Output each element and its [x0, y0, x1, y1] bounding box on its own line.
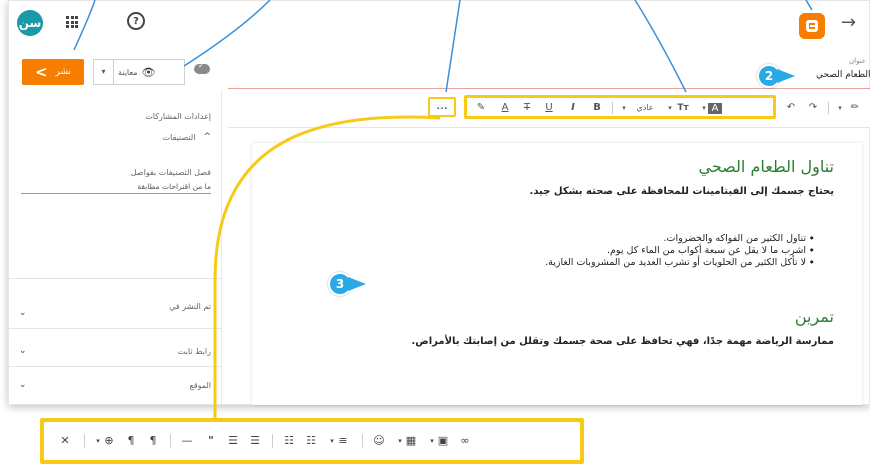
more-tools-toolbar: ✕ ▾ ⊕ ¶ ¶ — " ☰ ☰ ☷ ☷ ▾ ≡ ☺ ▾ ▦ ▾ ▣ ∞	[40, 418, 584, 464]
preview-button[interactable]: ▾ معاينة 👁	[93, 59, 185, 85]
redo-icon[interactable]: ↷	[806, 100, 820, 116]
chevron-down-icon[interactable]: ▾	[620, 100, 628, 116]
toolbar-separator	[272, 434, 273, 448]
image-icon[interactable]: ▣	[436, 433, 450, 449]
published-on-label: تم النشر في	[169, 301, 211, 311]
toolbar-separator	[828, 102, 829, 114]
outdent-icon[interactable]: ☷	[304, 433, 318, 449]
post-settings-heading: إعدادات المشاركات	[145, 112, 211, 121]
more-options-button[interactable]: ...	[428, 97, 456, 117]
numbered-list-icon[interactable]: ☰	[226, 433, 240, 449]
heading-1: تناول الطعام الصحي	[698, 157, 834, 176]
sidebar-divider	[9, 278, 221, 279]
title-divider	[228, 88, 870, 89]
underline-button[interactable]: U	[542, 100, 556, 116]
chevron-down-icon[interactable]: ▾	[700, 100, 708, 116]
rtl-icon[interactable]: ¶	[146, 433, 160, 449]
arrow-right-icon[interactable]: →	[841, 12, 856, 33]
globe-icon[interactable]: ⊕	[102, 433, 116, 449]
block-format-dropdown[interactable]: عادي	[628, 100, 662, 116]
heading-2: تمرين	[794, 307, 834, 326]
quote-button[interactable]: "	[204, 433, 218, 449]
location-label: الموقع	[189, 380, 212, 390]
eye-icon: 👁	[141, 65, 156, 79]
toolbar-separator	[84, 434, 85, 448]
publish-button[interactable]: < نشر	[22, 59, 84, 85]
chevron-down-icon[interactable]: ▾	[666, 100, 674, 116]
editor-toolbar: ... ✎ A T U I B ▾ عادي ▾ Tт ▾ A ↶ ↷ ▾ ✏	[228, 90, 870, 128]
cloud-check-icon	[194, 61, 210, 74]
indent-icon[interactable]: ☷	[282, 433, 296, 449]
paragraph-1: يحتاج جسمك إلى الفيتامينات للمحافظة على …	[529, 186, 834, 197]
permalink-label: رابط ثابت	[177, 346, 211, 356]
published-on-toggle[interactable]: ⌄ تم النشر في	[19, 294, 211, 319]
blogger-logo[interactable]	[799, 13, 825, 39]
paragraph-2: ممارسة الرياضة مهمة جدًا، فهي تحافظ على …	[411, 336, 834, 347]
sidebar-divider	[9, 366, 221, 367]
emoji-icon[interactable]: ☺	[372, 433, 386, 449]
badge-pointer	[348, 277, 366, 291]
toolbar-separator	[612, 102, 613, 114]
align-icon[interactable]: ≡	[336, 433, 350, 449]
publish-label: نشر	[55, 67, 72, 77]
link-icon[interactable]: ∞	[458, 433, 472, 449]
clear-formatting-icon[interactable]: ✕	[58, 433, 72, 449]
font-size-button[interactable]: Tт	[674, 100, 692, 116]
toolbar-separator	[170, 434, 171, 448]
post-title-input[interactable]: الطعام الصحي	[816, 70, 870, 80]
horizontal-rule-icon[interactable]: —	[180, 433, 194, 449]
chevron-down-icon[interactable]: ▾	[328, 433, 336, 449]
post-content: تناول الطعام الصحي يحتاج جسمك إلى الفيتا…	[274, 155, 834, 347]
bulleted-list-icon[interactable]: ☰	[248, 433, 262, 449]
location-toggle[interactable]: ⌄ الموقع	[19, 380, 211, 390]
list-item: اشرب ما لا يقل عن سبعة أكواب من الماء كل…	[274, 245, 815, 257]
strikethrough-button[interactable]: T	[520, 100, 534, 116]
chevron-down-icon: ⌄	[19, 308, 27, 318]
chevron-down-icon: ⌄	[19, 346, 27, 356]
apps-grid-icon[interactable]	[66, 16, 78, 28]
chevron-down-icon[interactable]: ▾	[94, 433, 102, 449]
preview-label: معاينة	[118, 67, 138, 77]
chevron-down-icon[interactable]: ▾	[94, 60, 114, 84]
highlight-pen-icon[interactable]: ✎	[474, 100, 488, 116]
chevron-down-icon: ⌄	[19, 380, 27, 390]
title-label: عنوان	[849, 57, 866, 65]
send-icon: <	[34, 63, 48, 81]
ltr-icon[interactable]: ¶	[124, 433, 138, 449]
toolbar-separator	[362, 434, 363, 448]
labels-section-toggle[interactable]: التصنيفات ^	[19, 132, 211, 142]
list-item: تناول الكثير من الفواكه والخضروات.	[274, 233, 815, 245]
badge-pointer	[777, 69, 795, 83]
undo-icon[interactable]: ↶	[784, 100, 798, 116]
account-avatar[interactable]: سن	[17, 10, 43, 36]
chevron-down-icon[interactable]: ▾	[428, 433, 436, 449]
video-icon[interactable]: ▦	[404, 433, 418, 449]
labels-section-label: التصنيفات	[162, 132, 196, 142]
bold-button[interactable]: B	[590, 100, 604, 116]
list-item: لا تأكل الكثير من الحلويات أو تشرب العدي…	[274, 257, 815, 269]
labels-input[interactable]: ما من اقتراحات مطابقة	[21, 182, 211, 194]
help-circle-icon[interactable]: ?	[127, 12, 145, 30]
labels-hint: فصل التصنيفات بفواصل	[130, 168, 211, 177]
bulleted-list: تناول الكثير من الفواكه والخضروات. اشرب …	[274, 233, 815, 269]
chevron-down-icon[interactable]: ▾	[836, 100, 844, 116]
post-settings-sidebar: إعدادات المشاركات التصنيفات ^ فصل التصني…	[9, 90, 222, 404]
chevron-down-icon[interactable]: ▾	[396, 433, 404, 449]
permalink-toggle[interactable]: ⌄ رابط ثابت	[19, 346, 211, 356]
sidebar-divider	[9, 328, 221, 329]
text-background-icon[interactable]: A	[708, 103, 722, 114]
pen-icon[interactable]: ✏	[848, 100, 862, 116]
italic-button[interactable]: I	[566, 100, 580, 116]
text-color-button[interactable]: A	[498, 100, 512, 116]
chevron-up-icon: ^	[203, 132, 211, 142]
